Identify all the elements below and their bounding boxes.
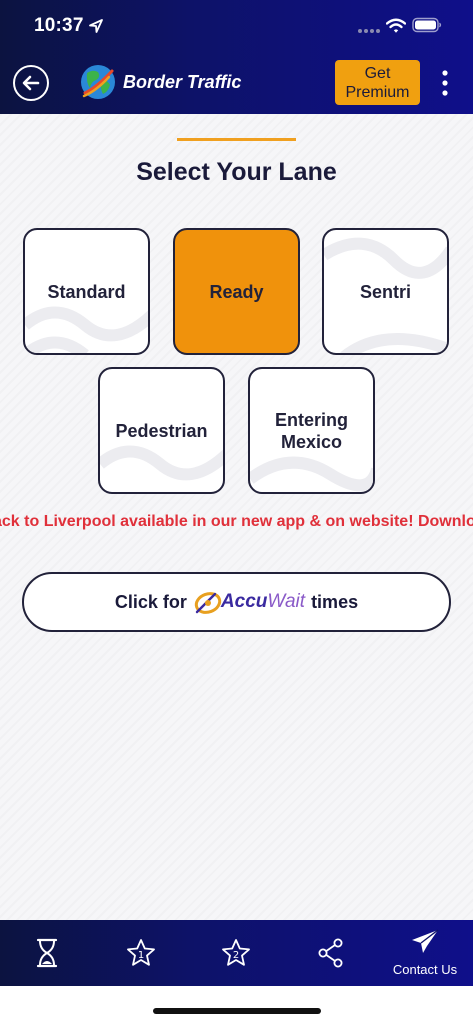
accuwait-logo: AccuWait	[193, 588, 305, 616]
accuwait-brand-accu: Accu	[220, 591, 268, 612]
lane-sentri-button[interactable]: Sentri	[322, 228, 449, 355]
hourglass-icon	[36, 938, 58, 968]
ticker-text: ack to Liverpool available in our new ap…	[0, 513, 473, 530]
accuwait-brand-wait: Wait	[267, 591, 306, 612]
accuwait-swoosh-icon	[194, 592, 222, 614]
lane-label: Pedestrian	[115, 420, 208, 441]
news-ticker[interactable]: ack to Liverpool available in our new ap…	[0, 511, 473, 535]
get-premium-button[interactable]: Get Premium	[335, 60, 420, 105]
svg-text:2: 2	[233, 950, 239, 961]
lane-label: Ready	[209, 281, 264, 302]
arrow-left-icon	[22, 75, 40, 91]
share-icon	[318, 938, 343, 968]
globe-logo-icon	[81, 65, 115, 99]
lane-label: Entering Mexico	[274, 409, 348, 452]
home-indicator-area	[0, 986, 473, 1024]
battery-icon	[412, 17, 442, 33]
top-bar: 10:37 Border Traffic Get Premium	[0, 0, 473, 114]
lane-ready-button[interactable]: Ready	[173, 228, 300, 355]
lane-entering-mexico-button[interactable]: Entering Mexico	[248, 367, 375, 494]
tab-favorite-2[interactable]: 2	[189, 920, 283, 986]
tab-label-contact-us: Contact Us	[392, 962, 458, 977]
accuwait-button[interactable]: Click for AccuWait times	[22, 572, 451, 632]
tab-favorite-1[interactable]: 1	[94, 920, 188, 986]
tab-share[interactable]	[284, 920, 378, 986]
lane-label: Standard	[47, 281, 126, 302]
back-button[interactable]	[13, 65, 49, 101]
title-accent-line	[177, 138, 296, 141]
lane-label: Sentri	[359, 281, 411, 302]
more-options-icon[interactable]	[440, 68, 450, 98]
location-arrow-icon	[89, 19, 103, 33]
status-bar: 10:37	[0, 0, 473, 54]
main-content: Select Your Lane Standard Ready Sentri P…	[0, 114, 473, 920]
wifi-icon	[386, 18, 406, 33]
svg-text:1: 1	[138, 950, 144, 961]
tab-contact-us[interactable]: Contact Us	[378, 920, 472, 986]
status-time: 10:37	[34, 15, 84, 36]
paper-plane-icon	[412, 929, 439, 953]
bottom-tab-bar: 1 2 Contact Us	[0, 920, 473, 986]
page-title: Select Your Lane	[136, 158, 337, 186]
home-indicator[interactable]	[153, 1008, 321, 1014]
star-2-icon: 2	[222, 939, 250, 966]
lane-pedestrian-button[interactable]: Pedestrian	[98, 367, 225, 494]
lane-standard-button[interactable]: Standard	[23, 228, 150, 355]
cellular-signal-icon	[358, 29, 380, 33]
accuwait-suffix: times	[311, 591, 359, 612]
star-1-icon: 1	[127, 939, 155, 966]
tab-wait-times[interactable]	[0, 920, 94, 986]
app-title: Border Traffic	[123, 72, 242, 92]
accuwait-prefix: Click for	[114, 591, 187, 612]
